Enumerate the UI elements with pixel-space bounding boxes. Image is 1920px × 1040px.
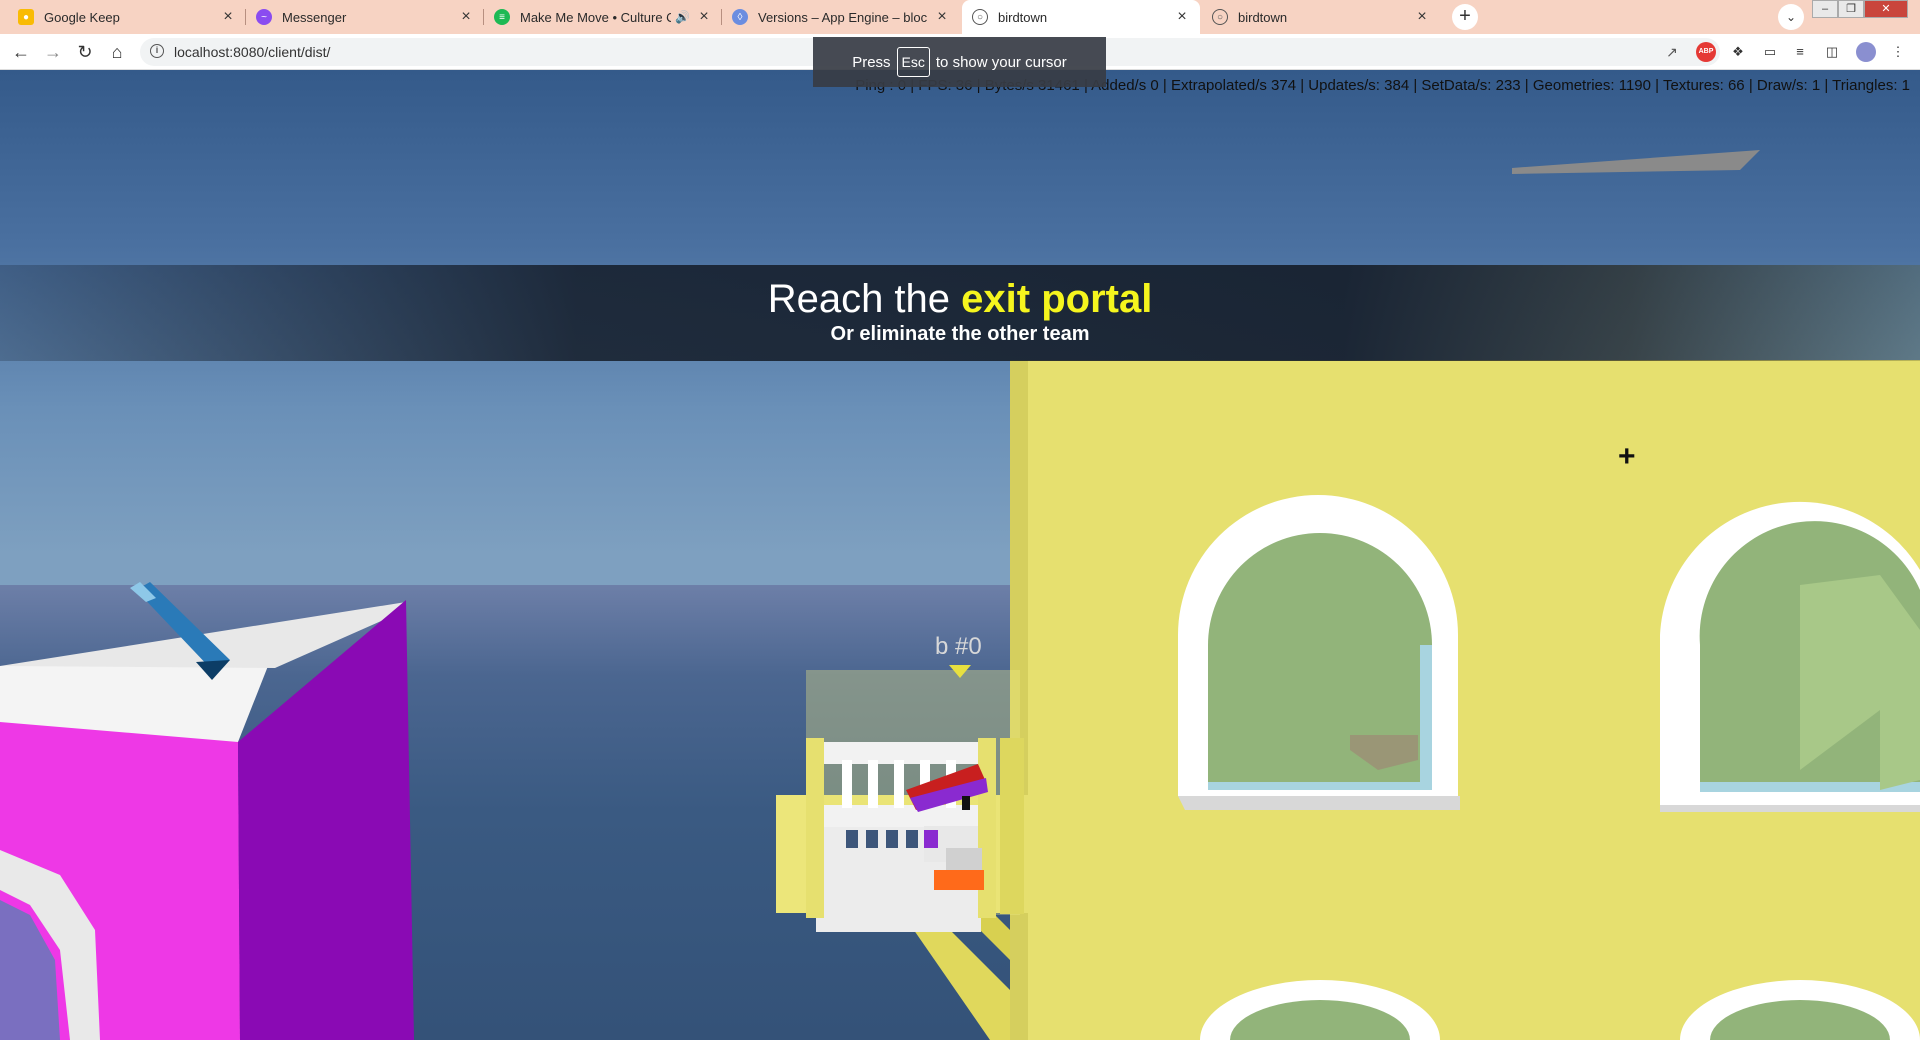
floating-prop bbox=[1512, 150, 1760, 174]
player-nametag: b #0 bbox=[935, 633, 982, 660]
esc-key-badge: Esc bbox=[896, 47, 930, 77]
restore-icon[interactable]: ❐ bbox=[1838, 0, 1864, 18]
media-queue-icon[interactable]: ≡ bbox=[1790, 42, 1810, 62]
close-icon[interactable]: × bbox=[1414, 8, 1430, 26]
tab-label: Google Keep bbox=[44, 9, 120, 25]
hint-suffix: to show your cursor bbox=[935, 53, 1067, 71]
hint-prefix: Press bbox=[852, 53, 891, 71]
spotify-icon: ≡ bbox=[494, 9, 510, 25]
forward-icon[interactable]: → bbox=[41, 40, 65, 64]
window-close-icon[interactable]: ✕ bbox=[1864, 0, 1908, 18]
objective-banner: Reach the exit portal Or eliminate the o… bbox=[0, 265, 1920, 361]
tab-messenger[interactable]: ~ Messenger × bbox=[246, 0, 484, 34]
tab-label: birdtown bbox=[998, 9, 1048, 25]
keep-icon: ● bbox=[18, 9, 34, 25]
tab-label: Make Me Move • Culture Co bbox=[520, 9, 672, 25]
tab-strip: ● Google Keep × ~ Messenger × ≡ Make Me … bbox=[0, 0, 1920, 34]
tab-birdtown-active[interactable]: ○ birdtown × bbox=[962, 0, 1200, 34]
tab-google-keep[interactable]: ● Google Keep × bbox=[8, 0, 246, 34]
close-icon[interactable]: × bbox=[220, 8, 236, 26]
globe-icon: ○ bbox=[1212, 9, 1228, 25]
crosshair-icon: + bbox=[1618, 440, 1636, 473]
tab-label: Versions – App Engine – blockdu bbox=[758, 9, 928, 25]
audio-icon[interactable]: 🔊 bbox=[675, 10, 690, 24]
close-icon[interactable]: × bbox=[1174, 8, 1190, 26]
objective-title: Reach the exit portal bbox=[0, 277, 1920, 322]
tab-birdtown[interactable]: ○ birdtown × bbox=[1202, 0, 1440, 34]
objective-highlight: exit portal bbox=[961, 277, 1153, 321]
close-icon[interactable]: × bbox=[696, 8, 712, 26]
site-info-icon[interactable]: i bbox=[150, 44, 164, 58]
appengine-icon: ◊ bbox=[732, 9, 748, 25]
tab-label: Messenger bbox=[282, 9, 347, 25]
minimize-icon[interactable]: – bbox=[1812, 0, 1838, 18]
pointer-lock-hint: Press Esc to show your cursor bbox=[813, 37, 1106, 87]
share-icon[interactable]: ↗ bbox=[1662, 42, 1682, 62]
home-icon[interactable]: ⌂ bbox=[105, 40, 129, 64]
scene bbox=[0, 150, 1920, 1040]
reload-icon[interactable]: ↻ bbox=[73, 40, 97, 64]
adblock-icon[interactable]: ABP bbox=[1696, 42, 1716, 62]
tab-search-icon[interactable]: ⌄ bbox=[1778, 4, 1804, 30]
side-panel-icon[interactable]: ◫ bbox=[1822, 42, 1842, 62]
menu-kebab-icon[interactable]: ⋮ bbox=[1888, 42, 1908, 62]
objective-prefix: Reach the bbox=[767, 277, 951, 321]
balcony bbox=[776, 670, 1028, 1040]
extensions-puzzle-icon[interactable]: ❖ bbox=[1728, 42, 1748, 62]
magenta-building bbox=[0, 582, 414, 1040]
back-icon[interactable]: ← bbox=[9, 40, 33, 64]
close-icon[interactable]: × bbox=[458, 8, 474, 26]
yellow-building bbox=[1010, 360, 1920, 1040]
url-text[interactable]: localhost:8080/client/dist/ bbox=[174, 44, 330, 60]
globe-icon: ○ bbox=[972, 9, 988, 25]
game-canvas[interactable]: Ping : 0 | FPS: 36 | Bytes/s 31461 | Add… bbox=[0, 70, 1920, 1040]
profile-avatar[interactable] bbox=[1856, 42, 1876, 62]
messenger-icon: ~ bbox=[256, 9, 272, 25]
cast-icon[interactable]: ▭ bbox=[1760, 42, 1780, 62]
tab-label: birdtown bbox=[1238, 9, 1288, 25]
tab-app-engine[interactable]: ◊ Versions – App Engine – blockdu × bbox=[722, 0, 960, 34]
tab-spotify[interactable]: ≡ Make Me Move • Culture Co 🔊 × bbox=[484, 0, 722, 34]
objective-subtitle: Or eliminate the other team bbox=[830, 323, 1090, 345]
player-marker-icon bbox=[949, 665, 971, 678]
new-tab-button[interactable]: + bbox=[1452, 4, 1478, 30]
close-icon[interactable]: × bbox=[934, 8, 950, 26]
